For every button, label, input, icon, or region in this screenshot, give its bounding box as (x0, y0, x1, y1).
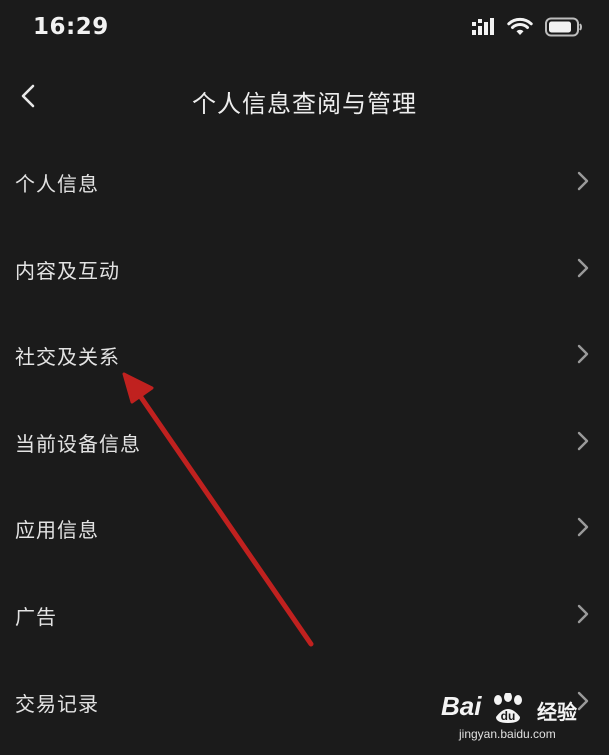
menu-item-label: 内容及互动 (15, 258, 120, 283)
nav-bar: 个人信息查阅与管理 (0, 70, 609, 132)
menu-item-label: 社交及关系 (15, 345, 120, 370)
menu-item-personal-info[interactable]: 个人信息 (0, 138, 609, 225)
page-title: 个人信息查阅与管理 (192, 90, 417, 118)
status-time: 16:29 (33, 14, 109, 40)
watermark-brand: Bai (441, 691, 482, 721)
signal-icon (471, 18, 495, 40)
menu-item-label: 广告 (15, 604, 57, 629)
chevron-right-icon (577, 171, 589, 191)
watermark: Bai du 经验 jingyan.baidu.com (441, 691, 591, 749)
chevron-right-icon (577, 431, 589, 450)
menu-item-social-relations[interactable]: 社交及关系 (0, 311, 609, 398)
menu-item-content-interaction[interactable]: 内容及互动 (0, 225, 609, 312)
menu-item-device-info[interactable]: 当前设备信息 (0, 398, 609, 485)
chevron-right-icon (577, 258, 589, 277)
menu-item-label: 当前设备信息 (15, 431, 141, 456)
menu-item-ads[interactable]: 广告 (0, 571, 609, 658)
menu-item-label: 个人信息 (15, 172, 99, 196)
status-bar: 16:29 (0, 0, 609, 60)
watermark-suffix: 经验 (537, 700, 577, 724)
screen: 16:29 个人信息查阅与管理 个人信息 内容及互动 社交及关系 当前设备信息 … (0, 0, 609, 755)
watermark-url: jingyan.baidu.com (459, 727, 556, 741)
menu-item-app-info[interactable]: 应用信息 (0, 484, 609, 571)
menu-item-label: 交易记录 (15, 691, 99, 716)
chevron-right-icon (577, 344, 589, 364)
status-icons (471, 17, 583, 41)
chevron-right-icon (577, 604, 589, 624)
wifi-icon (507, 17, 533, 41)
menu-list: 个人信息 内容及互动 社交及关系 当前设备信息 应用信息 广告 交易记录 (0, 138, 609, 744)
chevron-right-icon (577, 518, 589, 537)
svg-text:du: du (501, 709, 516, 723)
menu-item-label: 应用信息 (15, 518, 99, 543)
battery-icon (545, 17, 583, 41)
paw-icon: du (488, 692, 534, 729)
